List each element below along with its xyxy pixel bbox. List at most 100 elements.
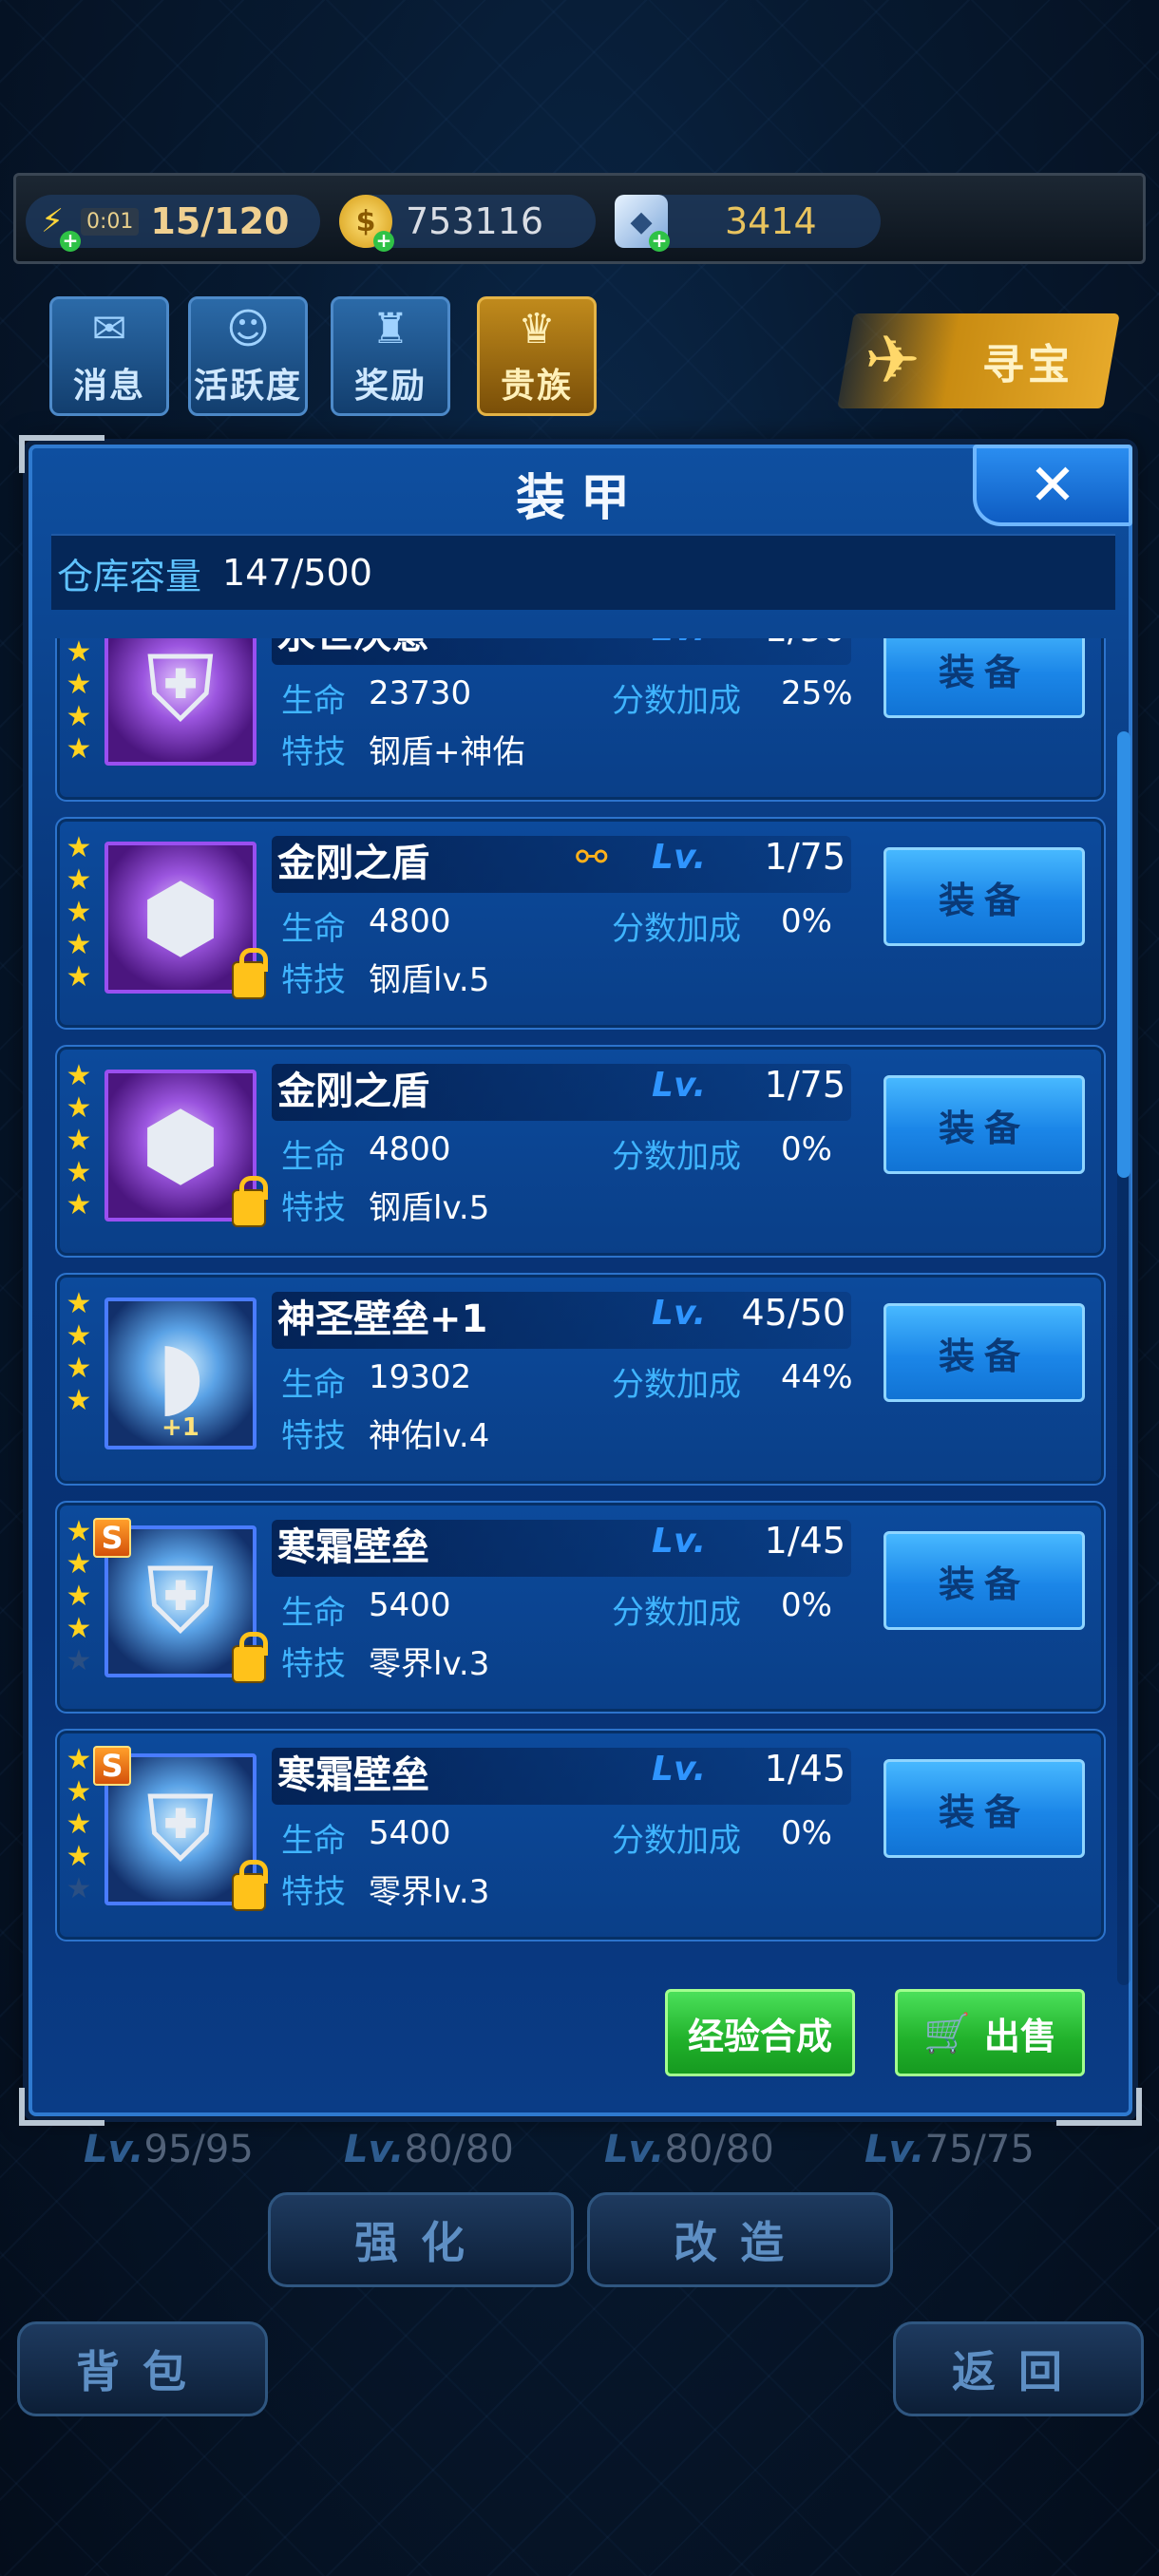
score-value: 0% <box>781 902 832 940</box>
rewards-label: 奖励 <box>353 367 427 406</box>
modify-button[interactable]: 改造 <box>587 2192 893 2287</box>
noble-icon: ♛ <box>518 305 556 353</box>
capacity-value: 147/500 <box>222 552 372 594</box>
energy-resource[interactable]: ⚡ 0:01 15/120 + <box>26 195 320 252</box>
rewards-button[interactable]: ♜ 奖励 <box>331 296 450 416</box>
add-gem-icon[interactable]: + <box>649 231 670 252</box>
list-item[interactable]: ★★★★★ ⛨ ♆ 永世决意 Lv. 1/50 生命 23730 分数加成 25… <box>55 638 1106 802</box>
activity-button[interactable]: ☺ 活跃度 <box>188 296 308 416</box>
gift-icon: ♜ <box>371 305 409 353</box>
add-gold-icon[interactable]: + <box>373 231 394 252</box>
energy-value: 15/120 <box>150 200 290 242</box>
star-icon: ★ <box>66 1743 92 1776</box>
gold-resource[interactable]: $ 753116 + <box>339 195 596 252</box>
armor-icon: ⛨ <box>146 638 215 742</box>
add-energy-icon[interactable]: + <box>60 231 81 252</box>
item-name: 金刚之盾 <box>277 842 429 885</box>
smile-icon: ☺ <box>226 305 270 353</box>
back-button[interactable]: 返回 <box>893 2321 1144 2416</box>
list-item[interactable]: ★ ★ ★ ★ ★ ⛨ S 寒霜壁垒 Lv. 1/45 生命 5400 分数加成 0% … <box>55 1501 1106 1714</box>
star-icon: ★ <box>66 928 92 961</box>
item-name: 神圣壁垒+1 <box>277 1297 488 1341</box>
star-icon: ★ <box>66 1515 92 1548</box>
close-button[interactable]: ✕ <box>973 445 1132 526</box>
close-icon: ✕ <box>1028 452 1077 519</box>
skill-value: 钢盾lv.5 <box>369 1189 490 1227</box>
link-icon: ⚯ <box>576 836 608 880</box>
dialog-title: 装甲 <box>515 470 645 527</box>
level-label: Lv. <box>652 1066 707 1105</box>
level-label: Lv. <box>652 838 707 877</box>
messages-button[interactable]: ✉ 消息 <box>49 296 169 416</box>
skill-label: 特技 <box>281 1189 346 1227</box>
armor-thumbnail[interactable]: ⛨ <box>104 638 256 766</box>
exp-merge-button[interactable]: 经验合成 <box>665 1989 855 2076</box>
bg-level-1: Lv.95/95 <box>84 2128 254 2171</box>
equip-button[interactable]: 装备 <box>884 638 1085 718</box>
item-name: 金刚之盾 <box>277 1070 429 1113</box>
treasure-label: 寻宝 <box>982 341 1074 389</box>
equip-button[interactable]: 装备 <box>884 1303 1085 1402</box>
item-name: 寒霜壁垒 <box>277 1525 429 1569</box>
skill-label: 特技 <box>281 961 346 999</box>
plus-level-badge: +1 <box>162 1413 200 1442</box>
star-icon: ★ <box>66 1580 92 1613</box>
star-icon: ★ <box>66 863 92 897</box>
armor-thumbnail[interactable]: ⬢ <box>104 842 268 999</box>
skill-value: 零界lv.3 <box>369 1645 490 1683</box>
hp-label: 生命 <box>281 1138 346 1176</box>
jet-icon: ✈ <box>864 321 921 399</box>
bg-level-2: Lv.80/80 <box>344 2128 514 2171</box>
equip-button[interactable]: 装备 <box>884 1759 1085 1858</box>
armor-list[interactable]: ★★★★★ ⛨ ♆ 永世决意 Lv. 1/50 生命 23730 分数加成 25… <box>51 638 1125 1949</box>
hp-label: 生命 <box>281 1822 346 1860</box>
hp-value: 5400 <box>369 1814 451 1852</box>
star-icon: ★ <box>66 1547 92 1581</box>
gold-value: 753116 <box>406 200 544 242</box>
dialog-corner <box>19 2088 104 2126</box>
equip-button[interactable]: 装备 <box>884 847 1085 946</box>
list-item[interactable]: ★ ★ ★ ★ ★ ⬢ 金刚之盾 Lv. 1/75 生命 4800 分数加成 0% 特技… <box>55 1045 1106 1258</box>
level-value: 1/50 <box>732 638 846 650</box>
skill-value: 钢盾+神佑 <box>369 733 525 771</box>
armor-thumbnail[interactable]: ◗ +1 <box>104 1297 256 1449</box>
list-item[interactable]: ★ ★ ★ ★ ★ ⬢ 金刚之盾 ⚯ Lv. 1/75 生命 4800 分数加成 0% … <box>55 817 1106 1030</box>
star-icon: ★ <box>66 1840 92 1873</box>
enhance-button[interactable]: 强化 <box>268 2192 574 2287</box>
hp-label: 生命 <box>281 910 346 948</box>
hp-value: 19302 <box>369 1358 472 1396</box>
lock-icon <box>232 948 268 999</box>
score-label: 分数加成 <box>612 1138 741 1176</box>
level-value: 1/75 <box>764 1064 846 1106</box>
storage-capacity: 仓库容量 147/500 <box>51 534 1115 610</box>
rank-s-badge: S <box>93 1518 131 1558</box>
noble-button[interactable]: ♛ 贵族 <box>477 296 597 416</box>
armor-thumbnail[interactable]: ⬢ <box>104 1070 268 1227</box>
level-label: Lv. <box>652 1294 707 1333</box>
shield-icon: ⬢ <box>141 1092 220 1199</box>
list-item[interactable]: ★ ★ ★ ★ ★ ⛨ S 寒霜壁垒 Lv. 1/45 生命 5400 分数加成 0% … <box>55 1729 1106 1941</box>
hp-value: 23730 <box>369 674 472 712</box>
equip-button[interactable]: 装备 <box>884 1075 1085 1174</box>
treasure-button[interactable]: ✈ 寻宝 <box>837 313 1120 408</box>
equip-button[interactable]: 装备 <box>884 1531 1085 1630</box>
hp-label: 生命 <box>281 1594 346 1632</box>
hp-value: 5400 <box>369 1586 451 1624</box>
sell-button[interactable]: 🛒 出售 <box>895 1989 1085 2076</box>
capacity-label: 仓库容量 <box>57 555 202 597</box>
dialog-corner <box>1056 2088 1142 2126</box>
armor-dialog: 装甲 ✕ 仓库容量 147/500 ★★★★★ ⛨ ♆ 永世决意 Lv. 1/5… <box>19 435 1142 2126</box>
item-name: 永世决意 <box>277 638 429 659</box>
score-label: 分数加成 <box>612 910 741 948</box>
star-icon: ★ <box>66 1808 92 1841</box>
background-level-row: Lv.95/95 Lv.80/80 Lv.80/80 Lv.75/75 <box>0 2128 1159 2194</box>
gem-resource[interactable]: ◆ 3414 + <box>615 195 881 252</box>
bag-button[interactable]: 背包 <box>17 2321 268 2416</box>
helmet-icon: ◗ <box>156 1320 205 1427</box>
energy-timer: 0:01 <box>81 207 140 236</box>
star-icon: ★ <box>66 1775 92 1809</box>
list-item[interactable]: ★ ★ ★ ★ ◗ +1 神圣壁垒+1 Lv. 45/50 生命 19302 分数加成 … <box>55 1273 1106 1486</box>
hp-label: 生命 <box>281 1366 346 1404</box>
star-icon: ★ <box>66 732 92 766</box>
empty-star-icon: ★ <box>66 1644 92 1677</box>
